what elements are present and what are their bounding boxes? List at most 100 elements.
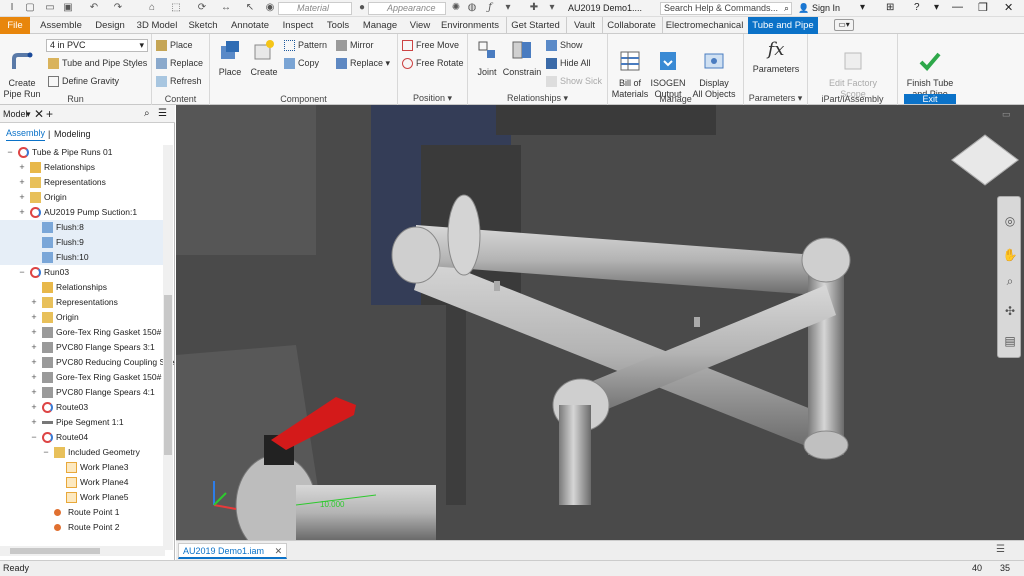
tree-item[interactable]: Relationships [0,280,165,295]
undo-icon[interactable]: ↶ [88,2,100,14]
appearance-ball-icon[interactable]: ● [356,2,368,14]
dropdown-arrow-icon[interactable]: ▾ [502,2,514,14]
minimize-icon[interactable]: — [952,1,963,13]
tree-item[interactable]: Route Point 2 [0,520,165,535]
expand-icon[interactable]: + [30,310,38,325]
update-icon[interactable]: ⟳ [196,2,208,14]
group-label-parameters[interactable]: Parameters ▾ [744,93,807,104]
expand-icon[interactable]: + [18,205,26,220]
tab-menu-icon[interactable]: ☰ [996,544,1005,555]
tab-assemble[interactable]: Assemble [36,17,86,34]
group-label-relationships[interactable]: Relationships ▾ [468,93,607,104]
graphics-viewport[interactable]: 10.000 ▭ [176,105,1024,540]
search-icon[interactable]: ⌕ [144,105,150,123]
edit-factory-scope-button[interactable]: Edit Factory Scope [812,38,894,100]
parameters-button[interactable]: fx Parameters [746,38,806,75]
look-at-icon[interactable]: ▤ [1002,333,1018,349]
cart-icon[interactable]: ⊞ [886,2,894,13]
home-icon[interactable]: ⌂ [146,2,158,14]
browser-vertical-scrollbar[interactable] [163,145,173,550]
tab-vault[interactable]: Vault [566,17,602,34]
tab-electromechanical[interactable]: Electromechanical [662,17,746,34]
open-folder-icon[interactable]: ▭ [44,2,56,14]
content-refresh-button[interactable]: Refresh [156,75,202,88]
tree-item[interactable]: + Origin [0,310,165,325]
expand-icon[interactable]: + [30,325,38,340]
view-cube-menu-icon[interactable]: ▭ [1002,109,1011,120]
tree-item[interactable]: + Representations [0,295,165,310]
finish-tube-pipe-button[interactable]: Finish Tube and Pipe [900,38,960,100]
tree-item[interactable]: + Representations [0,175,165,190]
tree-item[interactable]: + PVC80 Flange Spears 3:1 [0,340,165,355]
expand-icon[interactable]: + [18,160,26,175]
tree-item[interactable]: + Relationships [0,160,165,175]
free-move-button[interactable]: Free Move [402,39,459,52]
tree-item[interactable]: + Origin [0,190,165,205]
tab-file[interactable]: File [0,17,30,34]
search-icon[interactable]: ⌕ [784,3,789,14]
subtab-modeling[interactable]: Modeling [54,125,91,143]
expand-icon[interactable]: + [18,175,26,190]
ribbon-toggle-icon[interactable]: ▭▾ [834,19,854,31]
select-icon[interactable]: ⬚ [170,2,182,14]
pipe-style-select[interactable]: 4 in PVC ▾ [46,39,148,52]
scrollbar-thumb[interactable] [10,548,100,554]
collapse-icon[interactable]: − [6,145,14,160]
browser-horizontal-scrollbar[interactable] [0,546,165,556]
bill-of-materials-button[interactable]: Bill of Materials [610,38,650,100]
measure-icon[interactable]: ↔ [220,2,232,14]
clear-appearance-icon[interactable]: ◍ [466,2,478,14]
tree-item[interactable]: − Route04 [0,430,165,445]
collapse-icon[interactable]: − [42,445,50,460]
tab-collaborate[interactable]: Collaborate [602,17,660,34]
tree-item[interactable]: + Pipe Segment 1:1 [0,415,165,430]
add-icon[interactable]: + [46,105,53,123]
tab-3d-model[interactable]: 3D Model [134,17,180,34]
constrain-button[interactable]: Constrain [502,38,542,78]
tab-annotate[interactable]: Annotate [226,17,274,34]
expand-icon[interactable]: + [30,415,38,430]
expand-icon[interactable]: + [30,370,38,385]
tab-tools[interactable]: Tools [322,17,354,34]
tree-item[interactable]: + Route03 [0,400,165,415]
tree-item[interactable]: + AU2019 Pump Suction:1 [0,205,165,220]
collapse-icon[interactable]: − [30,430,38,445]
create-pipe-run-button[interactable]: Create Pipe Run [2,38,42,100]
tree-item[interactable]: − Included Geometry [0,445,165,460]
mirror-button[interactable]: Mirror [336,39,374,52]
tree-item[interactable]: + Gore-Tex Ring Gasket 150# 3 [0,370,168,385]
tree-item[interactable]: Route Point 1 [0,505,165,520]
tab-view[interactable]: View [406,17,434,34]
close-icon[interactable]: ✕ [1004,1,1013,14]
group-label-position[interactable]: Position ▾ [398,93,467,104]
joint-button[interactable]: Joint [472,38,502,78]
tree-item[interactable]: Flush:10 [0,250,165,265]
show-button[interactable]: Show [546,39,583,52]
tab-get-started[interactable]: Get Started [506,17,564,34]
expand-icon[interactable]: + [30,385,38,400]
tab-tube-and-pipe[interactable]: Tube and Pipe [748,17,818,34]
scrollbar-thumb[interactable] [164,295,172,455]
tree-item[interactable]: Work Plane4 [0,475,165,490]
material-ball-icon[interactable]: ◉ [264,2,276,14]
tree-item[interactable]: Work Plane5 [0,490,165,505]
menu-icon[interactable]: ☰ [158,105,167,123]
free-rotate-button[interactable]: Free Rotate [402,57,464,70]
new-file-icon[interactable]: ▢ [24,2,36,14]
expand-icon[interactable]: + [30,400,38,415]
tree-item[interactable]: + PVC80 Reducing Coupling Spe [0,355,175,370]
tab-design[interactable]: Design [90,17,130,34]
tree-item[interactable]: − Run03 [0,265,165,280]
fx-icon[interactable]: ƒ [484,2,496,14]
zoom-icon[interactable]: ⌕ [1002,273,1018,289]
full-navigation-wheel-icon[interactable]: ◎ [1002,213,1018,229]
maximize-icon[interactable]: ❐ [978,1,988,14]
component-create-button[interactable]: Create [248,38,280,78]
define-gravity-button[interactable]: Define Gravity [48,75,119,88]
tube-pipe-styles-button[interactable]: Tube and Pipe Styles [48,57,147,70]
component-place-button[interactable]: Place [214,38,246,78]
help-dropdown-icon[interactable]: ▾ [934,2,939,13]
orbit-icon[interactable]: ✣ [1002,303,1018,319]
subtab-assembly[interactable]: Assembly [6,127,46,141]
autodesk-logo-icon[interactable]: I [6,2,18,14]
